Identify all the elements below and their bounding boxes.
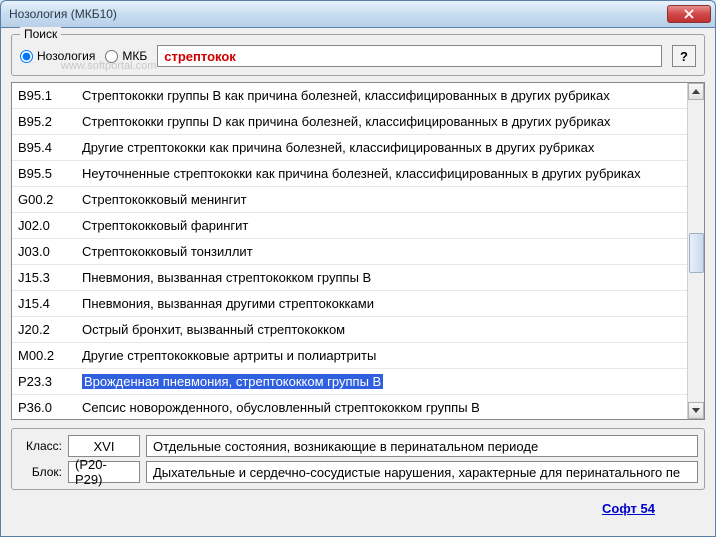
chevron-down-icon: [692, 408, 700, 413]
result-row[interactable]: B95.2Стрептококки группы D как причина б…: [12, 109, 687, 135]
result-code: J03.0: [12, 244, 82, 259]
result-text: Стрептококковый фарингит: [82, 218, 687, 233]
result-code: B95.1: [12, 88, 82, 103]
result-text: Неуточненные стрептококки как причина бо…: [82, 166, 687, 181]
detail-row-block: Блок: (P20-P29) Дыхательные и сердечно-с…: [18, 461, 698, 483]
footer-link[interactable]: Софт 54: [602, 501, 655, 516]
result-row[interactable]: J20.2Острый бронхит, вызванный стрептоко…: [12, 317, 687, 343]
scroll-thumb[interactable]: [689, 233, 704, 273]
radio-mkb[interactable]: МКБ: [105, 49, 147, 63]
result-row[interactable]: B95.1Стрептококки группы B как причина б…: [12, 83, 687, 109]
close-button[interactable]: [667, 5, 711, 23]
result-code: M00.2: [12, 348, 82, 363]
radio-mkb-input[interactable]: [105, 50, 118, 63]
result-text: Другие стрептококковые артриты и полиарт…: [82, 348, 687, 363]
titlebar: Нозология (МКБ10): [0, 0, 716, 28]
search-group-label: Поиск: [20, 27, 61, 41]
search-input[interactable]: [157, 45, 662, 67]
results-list: B95.1Стрептококки группы B как причина б…: [11, 82, 705, 420]
scrollbar[interactable]: [687, 83, 704, 419]
result-code: B95.2: [12, 114, 82, 129]
block-text: Дыхательные и сердечно-сосудистые наруше…: [146, 461, 698, 483]
result-code: B95.4: [12, 140, 82, 155]
result-text: Другие стрептококки как причина болезней…: [82, 140, 687, 155]
radio-mkb-label: МКБ: [122, 49, 147, 63]
result-row[interactable]: M00.2Другие стрептококковые артриты и по…: [12, 343, 687, 369]
help-button[interactable]: ?: [672, 45, 696, 67]
result-row[interactable]: B95.5Неуточненные стрептококки как причи…: [12, 161, 687, 187]
result-row[interactable]: P23.3Врожденная пневмония, стрептококком…: [12, 369, 687, 395]
scroll-up-button[interactable]: [688, 83, 704, 100]
result-text: Врожденная пневмония, стрептококком груп…: [82, 374, 687, 389]
window-title: Нозология (МКБ10): [9, 7, 667, 21]
result-row[interactable]: J15.3Пневмония, вызванная стрептококком …: [12, 265, 687, 291]
result-row[interactable]: J15.4Пневмония, вызванная другими стрепт…: [12, 291, 687, 317]
chevron-up-icon: [692, 89, 700, 94]
result-text: Стрептококковый менингит: [82, 192, 687, 207]
class-text: Отдельные состояния, возникающие в перин…: [146, 435, 698, 457]
result-row[interactable]: P36.0Сепсис новорожденного, обусловленны…: [12, 395, 687, 419]
result-code: J15.4: [12, 296, 82, 311]
scroll-down-button[interactable]: [688, 402, 704, 419]
result-code: J20.2: [12, 322, 82, 337]
search-group: Поиск Нозология МКБ ?: [11, 34, 705, 76]
result-row[interactable]: J03.0Стрептококковый тонзиллит: [12, 239, 687, 265]
result-code: J15.3: [12, 270, 82, 285]
result-row[interactable]: J02.0Стрептококковый фарингит: [12, 213, 687, 239]
result-text: Острый бронхит, вызванный стрептококком: [82, 322, 687, 337]
result-row[interactable]: G00.2Стрептококковый менингит: [12, 187, 687, 213]
result-code: B95.5: [12, 166, 82, 181]
result-text: Стрептококковый тонзиллит: [82, 244, 687, 259]
result-text: Стрептококки группы B как причина болезн…: [82, 88, 687, 103]
class-label: Класс:: [18, 439, 62, 453]
result-code: P36.0: [12, 400, 82, 415]
radio-nosology[interactable]: Нозология: [20, 49, 95, 63]
result-code: G00.2: [12, 192, 82, 207]
result-code: J02.0: [12, 218, 82, 233]
result-row[interactable]: B95.4Другие стрептококки как причина бол…: [12, 135, 687, 161]
block-label: Блок:: [18, 465, 62, 479]
class-code: XVI: [68, 435, 140, 457]
result-text: Стрептококки группы D как причина болезн…: [82, 114, 687, 129]
detail-row-class: Класс: XVI Отдельные состояния, возникаю…: [18, 435, 698, 457]
close-icon: [684, 9, 694, 19]
result-code: P23.3: [12, 374, 82, 389]
radio-nosology-input[interactable]: [20, 50, 33, 63]
result-text: Пневмония, вызванная другими стрептококк…: [82, 296, 687, 311]
result-text: Сепсис новорожденного, обусловленный стр…: [82, 400, 687, 415]
window-body: www.softportal.com Поиск Нозология МКБ ?…: [0, 28, 716, 537]
details-panel: Класс: XVI Отдельные состояния, возникаю…: [11, 428, 705, 490]
radio-nosology-label: Нозология: [37, 49, 95, 63]
block-code: (P20-P29): [68, 461, 140, 483]
result-text: Пневмония, вызванная стрептококком групп…: [82, 270, 687, 285]
